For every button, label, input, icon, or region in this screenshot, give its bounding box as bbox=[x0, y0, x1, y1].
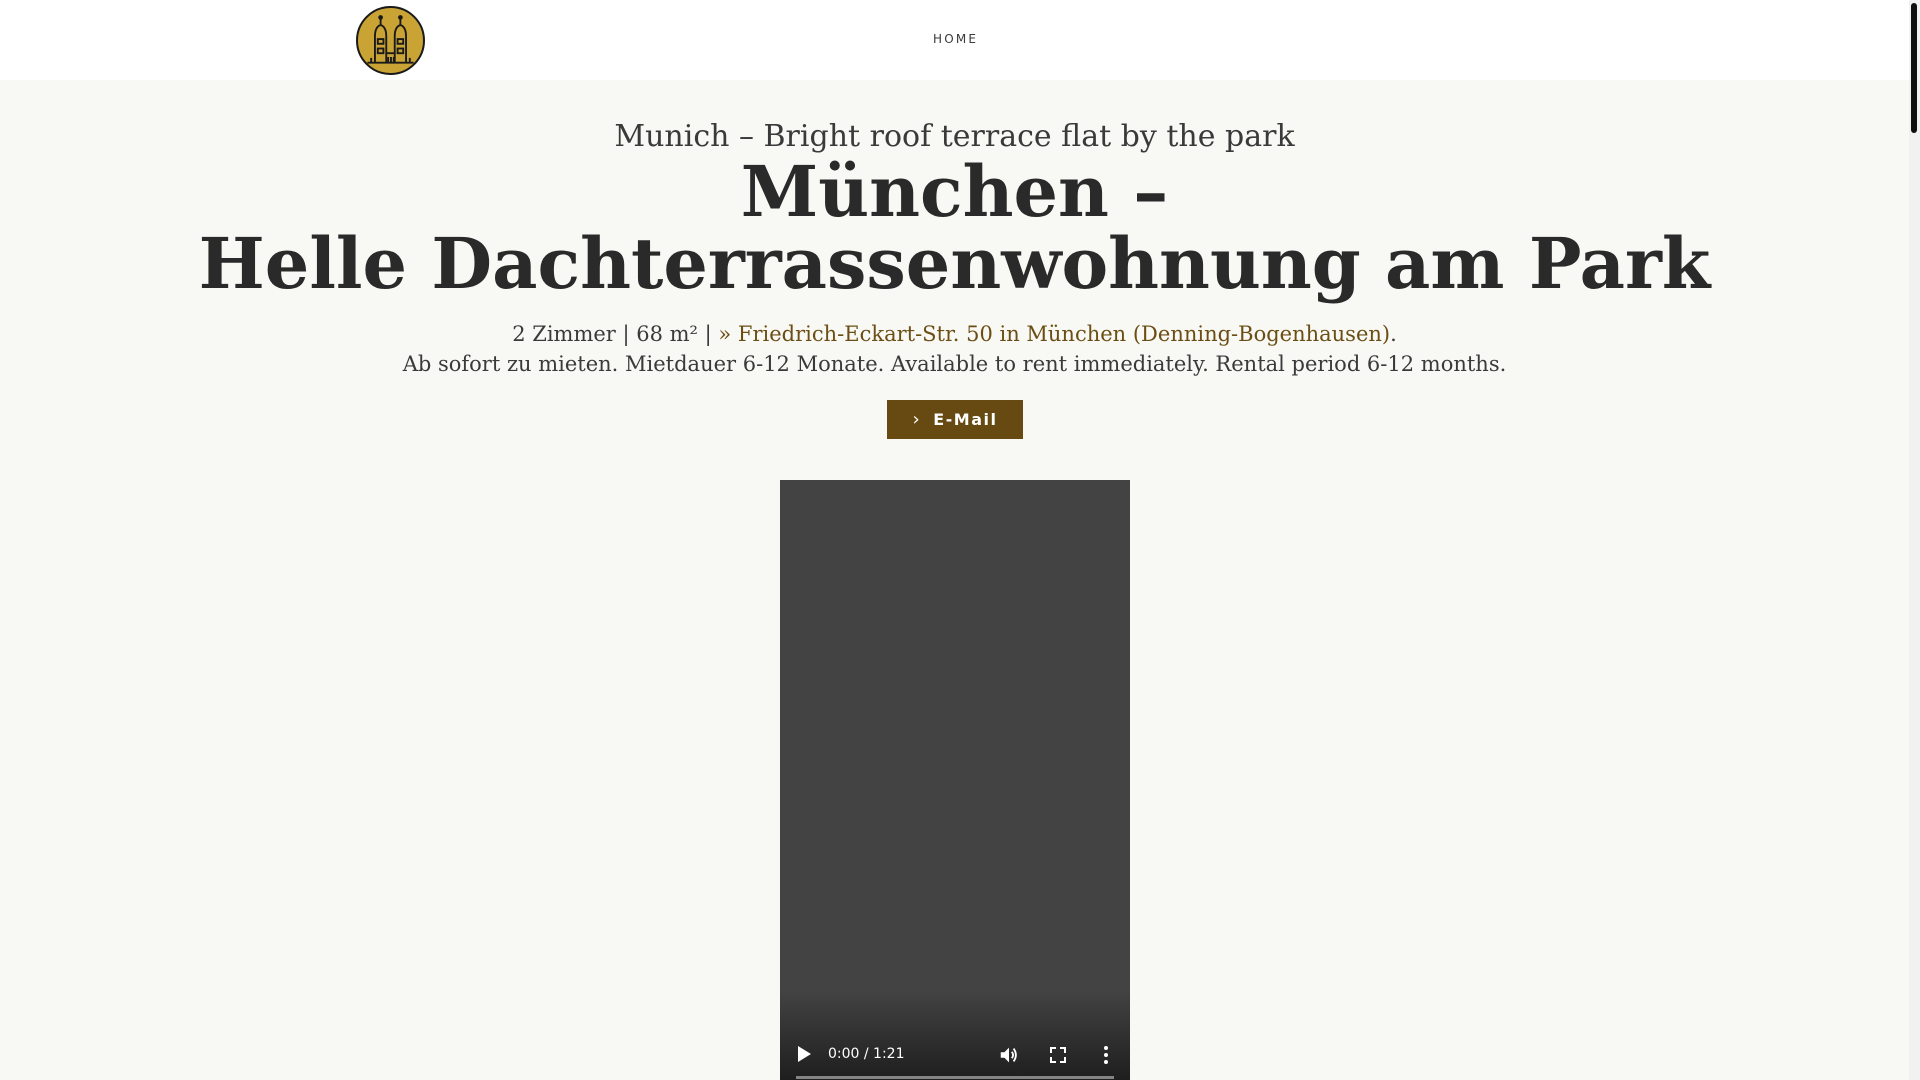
video-controls-gradient bbox=[780, 990, 1130, 1080]
address-link[interactable]: » Friedrich-Eckart-Str. 50 in München (D… bbox=[718, 322, 1390, 346]
email-button-label: E-Mail bbox=[933, 410, 998, 429]
volume-icon[interactable] bbox=[998, 1044, 1020, 1066]
video-player[interactable] bbox=[780, 480, 1130, 1080]
listing-rooms-size: 2 Zimmer | 68 m² | bbox=[512, 322, 719, 346]
rental-terms: Ab sofort zu mieten. Mietdauer 6-12 Mona… bbox=[402, 352, 1507, 376]
page-title: München – Helle Dachterrassenwohnung am … bbox=[0, 156, 1909, 300]
play-icon[interactable] bbox=[796, 1045, 812, 1063]
video-progress-bar[interactable] bbox=[796, 1076, 1114, 1079]
video-time: 0:00 / 1:21 bbox=[828, 1046, 905, 1062]
site-logo[interactable] bbox=[356, 6, 425, 75]
chevron-right-icon: › bbox=[912, 409, 922, 430]
page-scrollbar[interactable] bbox=[1909, 0, 1920, 1080]
site-header: HOME bbox=[0, 0, 1909, 80]
frauenkirche-towers-logo-icon bbox=[367, 15, 414, 64]
page-title-line-1: München – bbox=[740, 150, 1169, 233]
fullscreen-icon[interactable] bbox=[1048, 1045, 1068, 1065]
more-vert-icon[interactable] bbox=[1098, 1044, 1114, 1066]
page-subtitle: Munich – Bright roof terrace flat by the… bbox=[614, 119, 1295, 154]
page-title-line-2: Helle Dachterrassenwohnung am Park bbox=[198, 222, 1711, 305]
scrollbar-thumb[interactable] bbox=[1911, 3, 1917, 133]
nav-home-link[interactable]: HOME bbox=[933, 32, 978, 46]
email-button[interactable]: › E-Mail bbox=[887, 400, 1023, 439]
listing-info-suffix: . bbox=[1390, 322, 1397, 346]
listing-info: 2 Zimmer | 68 m² | » Friedrich-Eckart-St… bbox=[0, 322, 1909, 346]
